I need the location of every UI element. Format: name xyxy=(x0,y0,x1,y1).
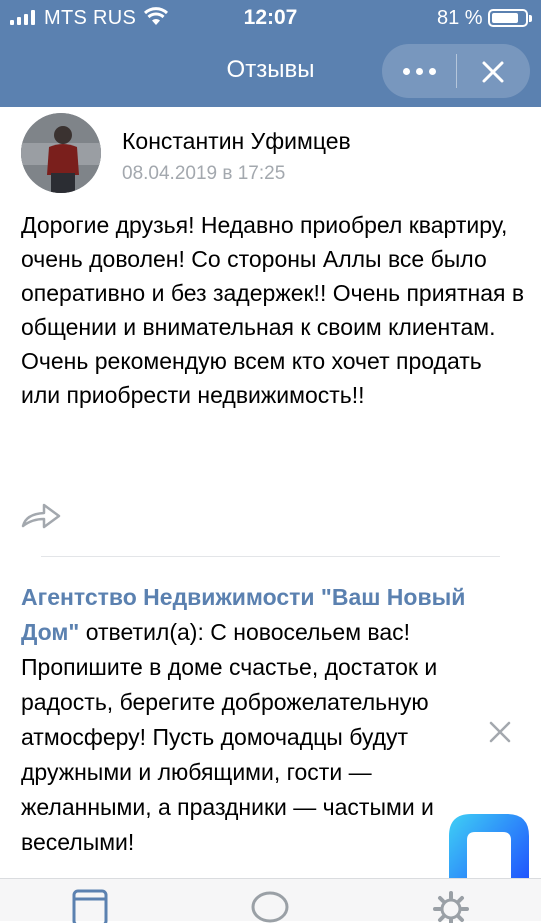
header-actions xyxy=(382,44,530,98)
status-bar: MTS RUS 12:07 81 % xyxy=(0,0,541,36)
app-header: MTS RUS 12:07 81 % Отзывы xyxy=(0,0,541,107)
reply-text: С новосельем вас! Пропишите в доме счаст… xyxy=(21,619,438,855)
window-icon[interactable] xyxy=(72,889,108,923)
comment-bubble-icon[interactable] xyxy=(250,889,290,923)
actions-divider xyxy=(456,54,457,88)
share-icon[interactable] xyxy=(20,500,62,532)
comment-divider xyxy=(41,556,500,557)
gear-icon[interactable] xyxy=(432,889,470,923)
avatar-photo xyxy=(21,113,101,193)
reply-verb: ответил(а): xyxy=(79,619,211,645)
avatar[interactable] xyxy=(21,113,101,193)
battery-percent: 81 % xyxy=(437,7,483,29)
post-author[interactable]: Константин Уфимцев xyxy=(122,128,351,155)
delete-reply-icon[interactable] xyxy=(488,720,512,744)
battery-icon xyxy=(488,9,532,27)
post-date: 08.04.2019 в 17:25 xyxy=(122,163,286,184)
more-dots-icon[interactable] xyxy=(382,44,456,98)
post-text: Дорогие друзья! Недавно приобрел квартир… xyxy=(21,212,525,408)
reply-comment: Агентство Недвижимости "Ваш Новый Дом" о… xyxy=(21,580,466,860)
close-icon[interactable] xyxy=(478,57,508,87)
tab-bar xyxy=(0,878,541,923)
